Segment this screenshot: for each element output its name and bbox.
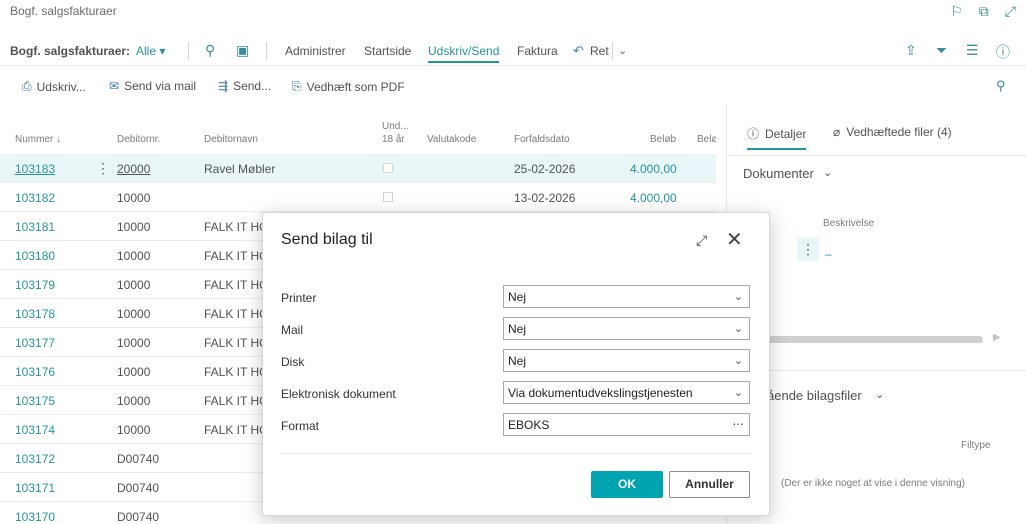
format-field[interactable]: EBOKS ···	[503, 413, 750, 436]
disk-label: Disk	[281, 355, 305, 369]
dialog-title: Send bilag til	[281, 231, 373, 248]
disk-select[interactable]: Nej ⌄	[503, 349, 750, 372]
close-icon[interactable]: ✕	[726, 227, 743, 252]
printer-value: Nej	[508, 290, 527, 304]
format-label: Format	[281, 419, 320, 433]
format-value: EBOKS	[508, 418, 550, 432]
chevron-down-icon: ⌄	[733, 355, 743, 367]
chevron-down-icon: ⌄	[733, 323, 743, 335]
mail-value: Nej	[508, 322, 527, 336]
printer-label: Printer	[281, 291, 317, 305]
mail-select[interactable]: Nej ⌄	[503, 317, 750, 340]
mail-label: Mail	[281, 323, 304, 337]
chevron-down-icon: ⌄	[733, 291, 743, 303]
chevron-down-icon: ⌄	[733, 387, 743, 399]
expand-icon[interactable]: ⤢	[696, 232, 707, 249]
divider	[281, 453, 751, 454]
ok-button[interactable]: OK	[591, 471, 663, 498]
disk-value: Nej	[508, 354, 527, 368]
more-options-icon[interactable]: ···	[732, 415, 744, 431]
electronic-document-label: Elektronisk dokument	[281, 387, 396, 401]
send-document-dialog: Send bilag til ⤢ ✕ Printer Nej ⌄ Mail Ne…	[262, 212, 770, 516]
electronic-document-value: Via dokumentudvekslingstjenesten	[508, 386, 693, 400]
electronic-document-select[interactable]: Via dokumentudvekslingstjenesten ⌄	[503, 381, 750, 404]
printer-select[interactable]: Nej ⌄	[503, 285, 750, 308]
cancel-button[interactable]: Annuller	[669, 471, 750, 498]
